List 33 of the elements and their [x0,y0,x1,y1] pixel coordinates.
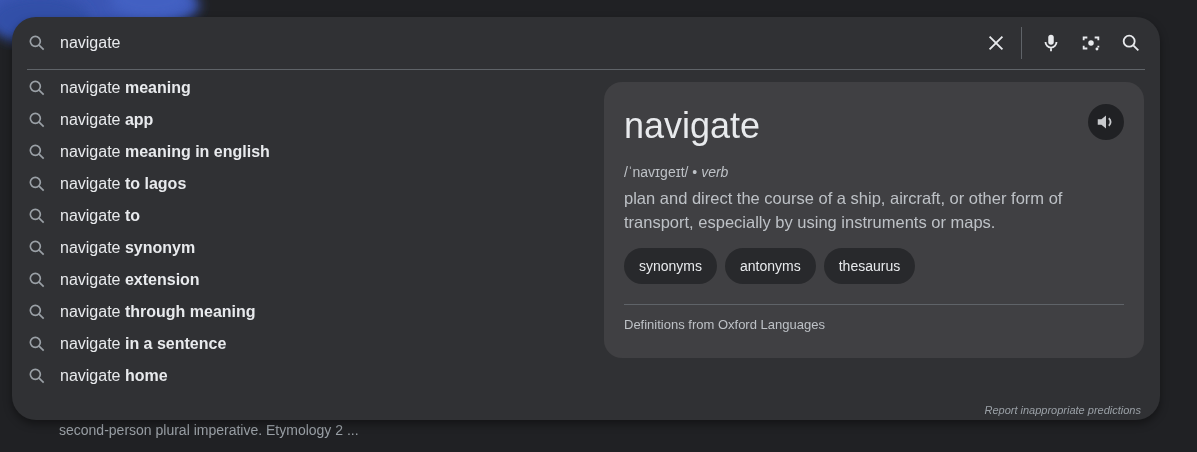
suggestion-item[interactable]: navigate home [60,367,168,385]
chip-button[interactable]: antonyms [725,248,816,284]
suggestion-item[interactable]: navigate meaning [60,79,191,97]
suggestion-item[interactable]: navigate to lagos [60,175,187,193]
search-icon[interactable] [1120,32,1142,54]
suggestion-item[interactable]: navigate to [60,207,141,225]
report-link[interactable]: Report inappropriate predictions [984,404,1141,416]
definition-word: navigate [624,104,761,148]
suggestion-item[interactable]: navigate meaning in english [60,143,270,161]
chip-button[interactable]: synonyms [624,248,718,284]
search-icon [27,174,47,194]
suggestion-item[interactable]: navigate app [60,111,154,129]
search-icon [27,206,47,226]
snippet-text: second-person plural imperative. Etymology 2 ... [59,422,360,438]
suggestion-item[interactable]: navigate synonym [60,239,196,257]
definition-text: plan and direct the course of a ship, aircraft, or other form of transport, especially by using instruments or maps. [624,188,1064,233]
search-icon [27,270,47,290]
chip-button[interactable]: thesaurus [823,248,916,284]
suggestion-item[interactable]: navigate in a sentence [60,335,227,353]
pronunciation-text: /ˈnavɪɡeɪt/ • verb [624,164,729,180]
source-text: Definitions from Oxford Languages [624,317,825,332]
speaker-button[interactable] [1088,104,1124,140]
search-field[interactable]: navigate [60,34,967,52]
search-icon [27,366,47,386]
suggestion-item[interactable]: navigate extension [60,271,200,289]
search-icon [27,302,47,322]
search-icon [27,33,47,53]
search-icon [27,142,47,162]
search-icon [27,78,47,98]
search-icon [27,334,47,354]
search-icon [27,110,47,130]
search-icon [27,238,47,258]
suggestion-item[interactable]: navigate through meaning [60,303,256,321]
